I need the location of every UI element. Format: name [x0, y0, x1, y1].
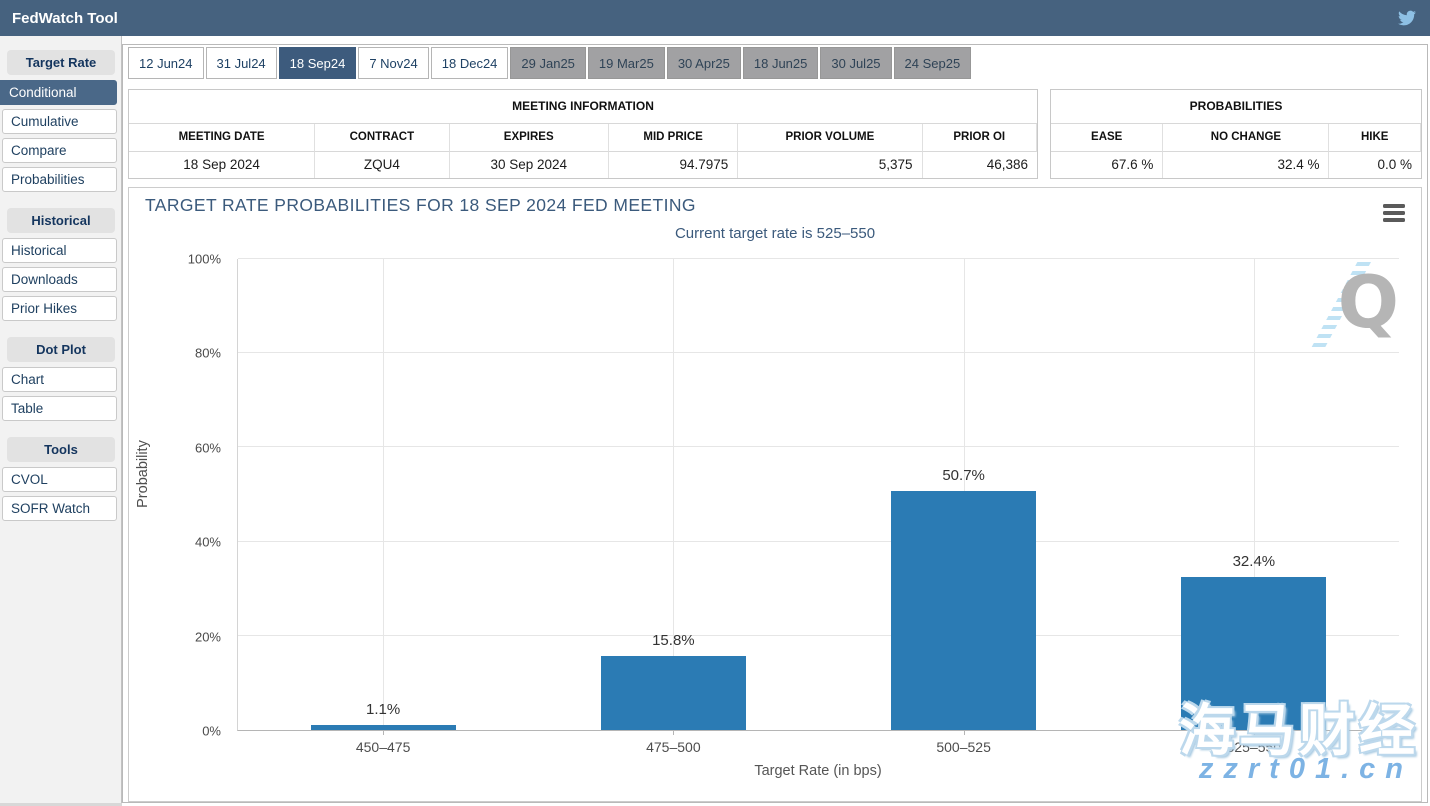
sidebar-item-probabilities[interactable]: Probabilities [2, 167, 117, 192]
sidebar-item-sofr-watch[interactable]: SOFR Watch [2, 496, 117, 521]
prob-header-ease: EASE [1051, 124, 1163, 152]
bar-value-label-450-475: 1.1% [238, 701, 528, 718]
sidebar-section-title-historical: Historical [7, 208, 115, 233]
meeting-value-expires: 30 Sep 2024 [450, 152, 609, 178]
prob-header-no-change: NO CHANGE [1163, 124, 1329, 152]
probabilities-grid: EASENO CHANGEHIKE 67.6 %32.4 %0.0 % [1051, 124, 1421, 178]
y-tick-label-60: 60% [195, 440, 221, 455]
chart-menu-icon[interactable] [1383, 204, 1405, 222]
tab-18-dec24[interactable]: 18 Dec24 [431, 47, 509, 79]
sidebar: Target Rate Conditional Cumulative Compare P… [0, 36, 122, 803]
summary-tables: MEETING INFORMATION MEETING DATECONTRACT… [128, 89, 1422, 179]
prob-value-ease: 67.6 % [1051, 152, 1163, 178]
meeting-date-tabs: 12 Jun2431 Jul2418 Sep247 Nov2418 Dec242… [123, 45, 1427, 83]
meeting-value-prior-oi: 46,386 [923, 152, 1038, 178]
meeting-header-expires: EXPIRES [450, 124, 609, 152]
meeting-info-title: MEETING INFORMATION [129, 90, 1037, 124]
sidebar-section-title-target-rate: Target Rate [7, 50, 115, 75]
bar-value-label-500-525: 50.7% [819, 467, 1109, 484]
y-tick-label-40: 40% [195, 535, 221, 550]
sidebar-item-conditional[interactable]: Conditional [0, 80, 117, 105]
sidebar-section-title-dot-plot: Dot Plot [7, 337, 115, 362]
meeting-value-contract: ZQU4 [315, 152, 449, 178]
x-tick-500-525 [964, 730, 965, 735]
category-slot-450-475: 1.1%450–475 [238, 259, 528, 730]
tab-19-mar25[interactable]: 19 Mar25 [588, 47, 665, 79]
meeting-value-meeting-date: 18 Sep 2024 [129, 152, 315, 178]
y-tick-label-0: 0% [202, 724, 221, 739]
tab-18-sep24[interactable]: 18 Sep24 [279, 47, 357, 79]
meeting-header-meeting-date: MEETING DATE [129, 124, 315, 152]
category-slot-475-500: 15.8%475–500 [528, 259, 818, 730]
sidebar-item-prior-hikes[interactable]: Prior Hikes [2, 296, 117, 321]
bar-value-label-525-550: 32.4% [1109, 553, 1399, 570]
x-tick-label-500-525: 500–525 [819, 739, 1109, 755]
tab-29-jan25[interactable]: 29 Jan25 [510, 47, 586, 79]
meeting-value-prior-volume: 5,375 [738, 152, 922, 178]
y-axis-tick-labels: 0%20%40%60%80%100% [129, 259, 229, 731]
tab-12-jun24[interactable]: 12 Jun24 [128, 47, 204, 79]
x-tick-450-475 [383, 730, 384, 735]
meeting-header-prior-volume: PRIOR VOLUME [738, 124, 922, 152]
bar-475-500[interactable] [601, 656, 746, 730]
meeting-value-mid-price: 94.7975 [609, 152, 738, 178]
meeting-header-contract: CONTRACT [315, 124, 449, 152]
content-panel: 12 Jun2431 Jul2418 Sep247 Nov2418 Dec242… [122, 44, 1428, 803]
meeting-info-grid: MEETING DATECONTRACTEXPIRESMID PRICEPRIO… [129, 124, 1037, 178]
category-slot-500-525: 50.7%500–525 [819, 259, 1109, 730]
sidebar-item-compare[interactable]: Compare [2, 138, 117, 163]
sidebar-item-cvol[interactable]: CVOL [2, 467, 117, 492]
bar-450-475[interactable] [311, 725, 456, 730]
category-slot-525-550: 32.4%525–550 [1109, 259, 1399, 730]
twitter-icon[interactable] [1396, 9, 1418, 27]
sidebar-item-table[interactable]: Table [2, 396, 117, 421]
prob-value-hike: 0.0 % [1329, 152, 1421, 178]
x-tick-label-450-475: 450–475 [238, 739, 528, 755]
sidebar-item-chart[interactable]: Chart [2, 367, 117, 392]
sidebar-item-cumulative[interactable]: Cumulative [2, 109, 117, 134]
chart-title: TARGET RATE PROBABILITIES FOR 18 SEP 202… [145, 195, 696, 216]
y-tick-label-20: 20% [195, 629, 221, 644]
tab-24-sep25[interactable]: 24 Sep25 [894, 47, 972, 79]
tab-30-jul25[interactable]: 30 Jul25 [820, 47, 891, 79]
gridline-x-450-475 [383, 259, 384, 730]
main-area: 12 Jun2431 Jul2418 Sep247 Nov2418 Dec242… [122, 36, 1430, 806]
meeting-header-prior-oi: PRIOR OI [923, 124, 1038, 152]
probabilities-table: PROBABILITIES EASENO CHANGEHIKE 67.6 %32.… [1050, 89, 1422, 179]
x-tick-475-500 [673, 730, 674, 735]
tab-31-jul24[interactable]: 31 Jul24 [206, 47, 277, 79]
plot-area: 1.1%450–47515.8%475–50050.7%500–52532.4%… [237, 259, 1399, 731]
meeting-header-mid-price: MID PRICE [609, 124, 738, 152]
app-title: FedWatch Tool [12, 10, 118, 27]
probabilities-title: PROBABILITIES [1051, 90, 1421, 124]
bar-value-label-475-500: 15.8% [528, 632, 818, 649]
chart-panel: TARGET RATE PROBABILITIES FOR 18 SEP 202… [128, 187, 1422, 802]
sidebar-item-downloads[interactable]: Downloads [2, 267, 117, 292]
bar-500-525[interactable] [891, 491, 1036, 730]
prob-header-hike: HIKE [1329, 124, 1421, 152]
meeting-info-table: MEETING INFORMATION MEETING DATECONTRACT… [128, 89, 1038, 179]
y-tick-label-100: 100% [188, 252, 221, 267]
sidebar-section-title-tools: Tools [7, 437, 115, 462]
chart-subtitle: Current target rate is 525–550 [129, 225, 1421, 242]
tab-18-jun25[interactable]: 18 Jun25 [743, 47, 819, 79]
x-tick-label-475-500: 475–500 [528, 739, 818, 755]
tab-7-nov24[interactable]: 7 Nov24 [358, 47, 428, 79]
sidebar-item-historical[interactable]: Historical [2, 238, 117, 263]
watermark-site-url: zzrt01.cn [1199, 753, 1413, 786]
tab-30-apr25[interactable]: 30 Apr25 [667, 47, 741, 79]
app-header: FedWatch Tool [0, 0, 1430, 36]
prob-value-no-change: 32.4 % [1163, 152, 1329, 178]
y-tick-label-80: 80% [195, 346, 221, 361]
